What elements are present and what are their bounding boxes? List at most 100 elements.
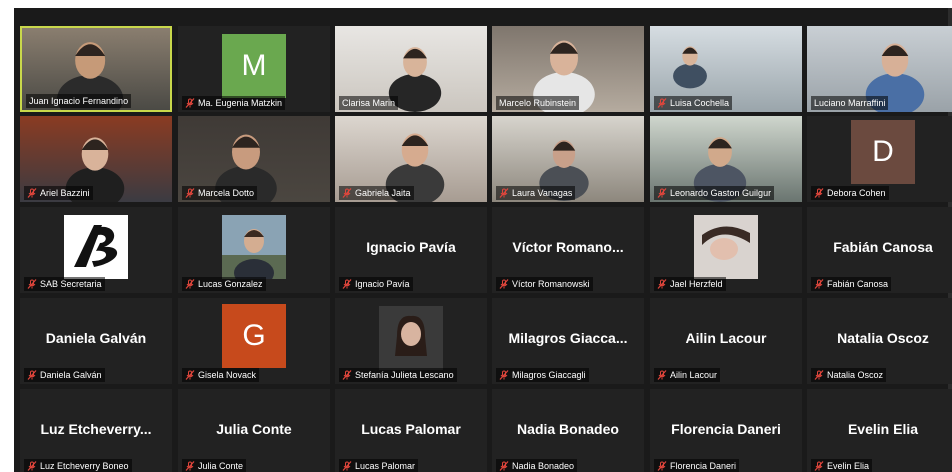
initial-avatar: M [222, 34, 286, 98]
participant-name-label: SAB Secretaria [24, 277, 105, 291]
participant-name: Milagros Giaccagli [512, 370, 586, 380]
muted-mic-icon [814, 279, 824, 289]
participant-name: Nadia Bonadeo [512, 461, 575, 471]
participant-name: Natalia Oscoz [827, 370, 884, 380]
participant-name-label: Julia Conte [182, 459, 247, 472]
participant-name: Ailin Lacour [670, 370, 718, 380]
participant-tile[interactable]: G Gisela Novack [178, 298, 330, 384]
muted-mic-icon [27, 279, 37, 289]
initial-avatar: G [222, 304, 286, 368]
participant-tile[interactable]: D Debora Cohen [807, 116, 952, 202]
muted-mic-icon [185, 370, 195, 380]
muted-mic-icon [27, 188, 37, 198]
profile-photo [694, 215, 758, 279]
participant-tile[interactable]: Gabriela Jaita [335, 116, 487, 202]
participant-tile[interactable]: Julia Conte Julia Conte [178, 389, 330, 472]
participant-tile[interactable]: Ailin Lacour Ailin Lacour [650, 298, 802, 384]
participant-tile[interactable]: Marcelo Rubinstein [492, 26, 644, 112]
participant-name-label: Natalia Oscoz [811, 368, 887, 382]
participant-center-name: Nadia Bonadeo [517, 421, 619, 437]
participant-name: Leonardo Gaston Guilgur [670, 188, 772, 198]
participant-name-label: Lucas Gonzalez [182, 277, 266, 291]
participant-name-label: Ailin Lacour [654, 368, 721, 382]
participant-tile[interactable]: Evelin Elia Evelin Elia [807, 389, 952, 472]
participant-name-label: Jael Herzfeld [654, 277, 726, 291]
participant-center-name: Florencia Daneri [671, 421, 781, 437]
participant-name-label: Leonardo Gaston Guilgur [654, 186, 775, 200]
participant-tile[interactable]: Ignacio Pavía Ignacio Pavía [335, 207, 487, 293]
muted-mic-icon [499, 461, 509, 471]
participant-name-label: Luisa Cochella [654, 96, 733, 110]
participant-tile[interactable]: Natalia Oscoz Natalia Oscoz [807, 298, 952, 384]
muted-mic-icon [342, 279, 352, 289]
participant-photo [64, 215, 128, 279]
participant-center-name: Ignacio Pavía [366, 239, 456, 255]
participant-name: Fabián Canosa [827, 279, 889, 289]
muted-mic-icon [499, 279, 509, 289]
participant-tile[interactable]: Juan Ignacio Fernandino [20, 26, 172, 112]
participant-tile[interactable]: Fabián Canosa Fabián Canosa [807, 207, 952, 293]
participant-tile[interactable]: Luciano Marraffini [807, 26, 952, 112]
participant-name: Florencia Daneri [670, 461, 737, 471]
participant-name-label: Gisela Novack [182, 368, 260, 382]
muted-mic-icon [27, 461, 37, 471]
muted-mic-icon [499, 370, 509, 380]
muted-mic-icon [185, 279, 195, 289]
participant-name-label: Lucas Palomar [339, 459, 419, 472]
participant-name-label: Debora Cohen [811, 186, 889, 200]
muted-mic-icon [657, 98, 667, 108]
participant-tile[interactable]: Florencia Daneri Florencia Daneri [650, 389, 802, 472]
participant-center-name: Daniela Galván [45, 330, 147, 346]
participant-name: Evelin Elia [827, 461, 870, 471]
muted-mic-icon [657, 370, 667, 380]
muted-mic-icon [185, 98, 195, 108]
gallery-view: Juan Ignacio Fernandino M Ma. Eugenia Matz… [14, 8, 952, 472]
participant-tile[interactable]: Leonardo Gaston Guilgur [650, 116, 802, 202]
participant-tile[interactable]: Nadia Bonadeo Nadia Bonadeo [492, 389, 644, 472]
participant-name: Debora Cohen [827, 188, 886, 198]
participant-photo [222, 215, 286, 287]
participant-name: Lucas Palomar [355, 461, 416, 471]
participant-name-label: Clarisa Marin [339, 96, 399, 110]
participant-tile[interactable]: SAB Secretaria [20, 207, 172, 293]
participant-tile[interactable]: Víctor Romano... Víctor Romanowski [492, 207, 644, 293]
muted-mic-icon [185, 461, 195, 471]
participant-name-label: Florencia Daneri [654, 459, 740, 472]
participant-name-label: Nadia Bonadeo [496, 459, 578, 472]
participant-tile[interactable]: Luisa Cochella [650, 26, 802, 112]
participant-name-label: Víctor Romanowski [496, 277, 593, 291]
muted-mic-icon [814, 461, 824, 471]
participant-tile[interactable]: Milagros Giacca... Milagros Giaccagli [492, 298, 644, 384]
participant-name: Ignacio Pavía [355, 279, 410, 289]
participant-tile[interactable]: Lucas Gonzalez [178, 207, 330, 293]
participant-tile[interactable]: Clarisa Marin [335, 26, 487, 112]
participant-tile[interactable]: Marcela Dotto [178, 116, 330, 202]
participant-name: Lucas Gonzalez [198, 279, 263, 289]
muted-mic-icon [185, 188, 195, 198]
participant-tile[interactable]: Ariel Bazzini [20, 116, 172, 202]
participant-name-label: Marcela Dotto [182, 186, 258, 200]
participant-name: Juan Ignacio Fernandino [29, 96, 129, 106]
participant-tile[interactable]: Luz Etcheverry... Luz Etcheverry Boneo [20, 389, 172, 472]
participant-photo [379, 306, 443, 370]
participant-name: Marcela Dotto [198, 188, 255, 198]
participant-center-name: Lucas Palomar [361, 421, 461, 437]
muted-mic-icon [657, 279, 667, 289]
participant-tile[interactable]: Daniela Galván Daniela Galván [20, 298, 172, 384]
participant-name-label: Fabián Canosa [811, 277, 892, 291]
participant-name-label: Milagros Giaccagli [496, 368, 589, 382]
participant-name-label: Marcelo Rubinstein [496, 96, 580, 110]
participant-photo [694, 215, 758, 279]
participant-tile[interactable]: Lucas Palomar Lucas Palomar [335, 389, 487, 472]
sab-logo-icon [64, 215, 128, 279]
participant-center-name: Ailin Lacour [685, 330, 767, 346]
participant-tile[interactable]: Laura Vanagas [492, 116, 644, 202]
participant-name: Marcelo Rubinstein [499, 98, 577, 108]
muted-mic-icon [814, 370, 824, 380]
participant-tile[interactable]: Jael Herzfeld [650, 207, 802, 293]
participant-center-name: Milagros Giacca... [508, 330, 628, 346]
participant-tile[interactable]: M Ma. Eugenia Matzkin [178, 26, 330, 112]
participant-tile[interactable]: Stefanía Julieta Lescano [335, 298, 487, 384]
participant-name: Ariel Bazzini [40, 188, 90, 198]
participant-name: Stefanía Julieta Lescano [355, 370, 454, 380]
